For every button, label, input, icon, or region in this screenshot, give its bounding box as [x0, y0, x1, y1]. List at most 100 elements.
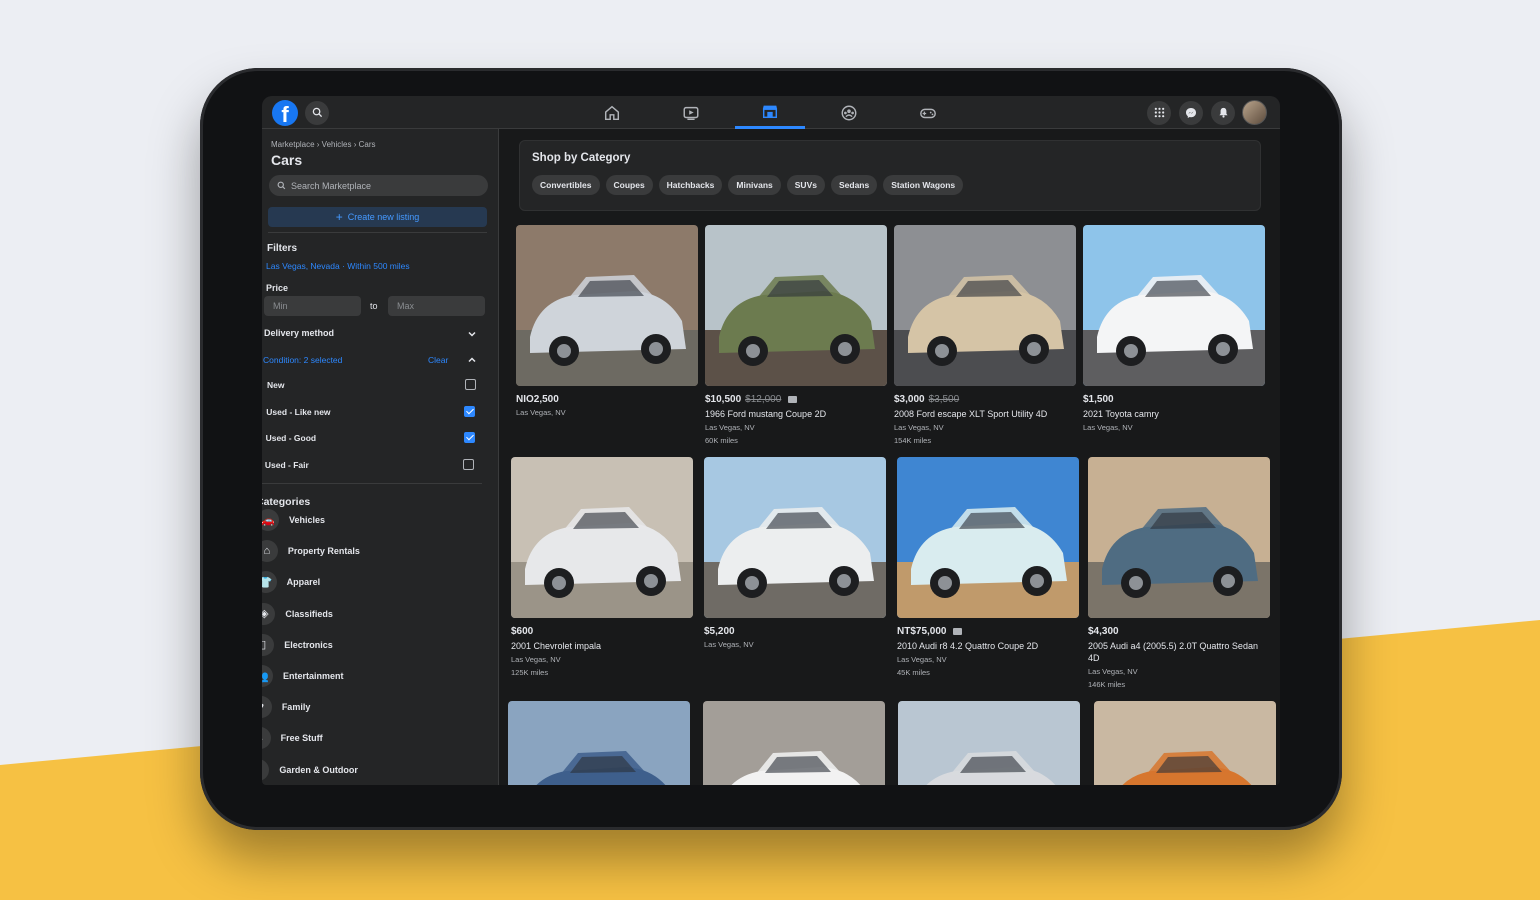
- listing-location: Las Vegas, NV: [894, 423, 944, 432]
- avatar[interactable]: [1242, 100, 1267, 125]
- listing-location: Las Vegas, NV: [1088, 667, 1138, 676]
- listing-card[interactable]: [1094, 701, 1276, 785]
- listing-card[interactable]: NT$75,000 2010 Audi r8 4.2 Quattro Coupe …: [897, 457, 1079, 678]
- phone-icon: ▯: [262, 633, 275, 656]
- condition-checkbox[interactable]: [463, 432, 475, 443]
- search-icon[interactable]: [305, 101, 329, 125]
- people-icon: 👥: [262, 665, 273, 687]
- clear-button[interactable]: Clear: [428, 355, 448, 365]
- category-chip[interactable]: Hatchbacks: [658, 175, 723, 195]
- sidebar: Marketplace › Vehicles › Cars Cars + Cre…: [262, 129, 499, 785]
- listing-mileage: 45K miles: [897, 668, 930, 677]
- delivery-method-toggle[interactable]: Delivery method: [264, 328, 334, 338]
- top-bar: f: [262, 96, 1280, 129]
- listing-price: $4,300: [1088, 626, 1119, 637]
- groups-icon[interactable]: [814, 96, 884, 129]
- price-tag-icon: ⌁: [262, 727, 271, 750]
- listing-mileage: 125K miles: [511, 668, 549, 677]
- sidebar-item-garden-outdoor[interactable]: ❦ Garden & Outdoor: [262, 758, 358, 782]
- listing-price-line: NIO2,500: [516, 394, 698, 405]
- listing-photo[interactable]: [705, 225, 887, 386]
- filters-heading: Filters: [267, 243, 298, 254]
- shirt-icon: 👕: [262, 571, 277, 594]
- price-min-input[interactable]: [264, 296, 361, 316]
- chevron-down-icon[interactable]: [467, 329, 477, 339]
- sidebar-item-label: Apparel: [286, 577, 321, 588]
- condition-label: Used - Like new: [266, 406, 331, 417]
- listing-card[interactable]: $4,300 2005 Audi a4 (2005.5) 2.0T Quattro…: [1088, 457, 1270, 690]
- listing-photo[interactable]: [511, 457, 693, 618]
- search-icon: [277, 181, 286, 190]
- condition-checkbox[interactable]: [465, 379, 476, 390]
- heart-icon: ♥: [262, 696, 272, 719]
- category-chip[interactable]: Station Wagons: [883, 175, 964, 195]
- category-chip[interactable]: SUVs: [786, 175, 825, 195]
- sidebar-item-electronics[interactable]: ▯ Electronics: [262, 633, 333, 657]
- listing-photo[interactable]: [704, 457, 886, 618]
- listing-location: Las Vegas, NV: [897, 655, 947, 664]
- listing-photo[interactable]: [1094, 701, 1276, 785]
- sidebar-item-property-rentals[interactable]: ⌂ Property Rentals: [262, 539, 360, 563]
- sidebar-item-free-stuff[interactable]: ⌁ Free Stuff: [262, 726, 323, 750]
- sidebar-item-vehicles[interactable]: 🚗 Vehicles: [262, 508, 325, 532]
- sidebar-item-label: Free Stuff: [280, 733, 323, 744]
- listing-card[interactable]: $3,000 $3,500 2008 Ford escape XLT Sport U…: [894, 225, 1076, 446]
- location-filter[interactable]: Las Vegas, Nevada · Within 500 miles: [266, 261, 410, 271]
- listing-card[interactable]: $1,500 2021 Toyota camry Las Vegas, NV: [1083, 225, 1265, 433]
- listing-title: 2005 Audi a4 (2005.5) 2.0T Quattro Sedan…: [1088, 641, 1258, 663]
- home-icon[interactable]: [577, 96, 647, 129]
- category-chip[interactable]: Convertibles: [532, 175, 600, 195]
- gaming-icon[interactable]: [893, 96, 963, 129]
- listing-price-line: $5,200: [704, 626, 886, 637]
- listing-price: NT$75,000: [897, 626, 947, 637]
- listing-photo[interactable]: [897, 457, 1079, 618]
- notifications-icon[interactable]: [1211, 101, 1235, 125]
- facebook-logo-icon[interactable]: f: [272, 100, 298, 126]
- chevron-up-icon[interactable]: [467, 355, 477, 365]
- listing-photo[interactable]: [894, 225, 1076, 386]
- condition-toggle[interactable]: Condition: 2 selected: [263, 355, 342, 365]
- listing-card[interactable]: [898, 701, 1080, 785]
- leaf-icon: ❦: [262, 758, 270, 781]
- listing-photo[interactable]: [508, 701, 690, 785]
- category-chip[interactable]: Minivans: [728, 175, 781, 195]
- price-max-input[interactable]: [388, 296, 485, 316]
- sidebar-item-label: Family: [281, 702, 311, 713]
- menu-grid-icon[interactable]: [1147, 101, 1171, 125]
- sidebar-item-apparel[interactable]: 👕 Apparel: [262, 570, 320, 594]
- listing-title: 1966 Ford mustang Coupe 2D: [705, 409, 827, 419]
- listing-title: 2021 Toyota camry: [1083, 409, 1159, 419]
- listing-card[interactable]: $600 2001 Chevrolet impala Las Vegas, NV 12…: [511, 457, 693, 678]
- listing-price: $5,200: [704, 626, 735, 637]
- listing-photo[interactable]: [898, 701, 1080, 785]
- marketplace-icon[interactable]: [735, 96, 805, 129]
- listing-photo[interactable]: [1083, 225, 1265, 386]
- listing-price-line: $10,500 $12,000: [705, 394, 887, 405]
- listing-mileage: 60K miles: [705, 436, 738, 445]
- listing-card[interactable]: NIO2,500 Las Vegas, NV: [516, 225, 698, 418]
- category-chip[interactable]: Sedans: [830, 175, 878, 195]
- messenger-icon[interactable]: [1179, 101, 1203, 125]
- sidebar-item-classifieds[interactable]: ◈ Classifieds: [262, 602, 333, 626]
- condition-checkbox[interactable]: [462, 458, 474, 470]
- listing-photo[interactable]: [703, 701, 885, 785]
- listing-card[interactable]: $10,500 $12,000 1966 Ford mustang Coupe 2D…: [705, 225, 887, 446]
- create-listing-button[interactable]: + Create new listing: [268, 207, 487, 227]
- listing-location: Las Vegas, NV: [516, 408, 566, 417]
- watch-icon[interactable]: [656, 96, 726, 129]
- sidebar-item-entertainment[interactable]: 👥 Entertainment: [262, 664, 344, 688]
- category-chip[interactable]: Coupes: [605, 175, 653, 195]
- listing-price-line: $3,000 $3,500: [894, 394, 1076, 405]
- condition-checkbox[interactable]: [464, 405, 476, 417]
- sidebar-item-family[interactable]: ♥ Family: [262, 695, 310, 719]
- breadcrumb[interactable]: Marketplace › Vehicles › Cars: [271, 140, 375, 149]
- listing-photo[interactable]: [516, 225, 698, 386]
- listing-price: $3,000: [894, 394, 925, 405]
- search-bar[interactable]: [269, 175, 488, 196]
- listing-card[interactable]: [703, 701, 885, 785]
- video-icon: [953, 628, 963, 635]
- listing-card[interactable]: [508, 701, 690, 785]
- listing-photo[interactable]: [1088, 457, 1270, 618]
- listing-card[interactable]: $5,200 Las Vegas, NV: [704, 457, 886, 650]
- search-input[interactable]: [291, 180, 471, 191]
